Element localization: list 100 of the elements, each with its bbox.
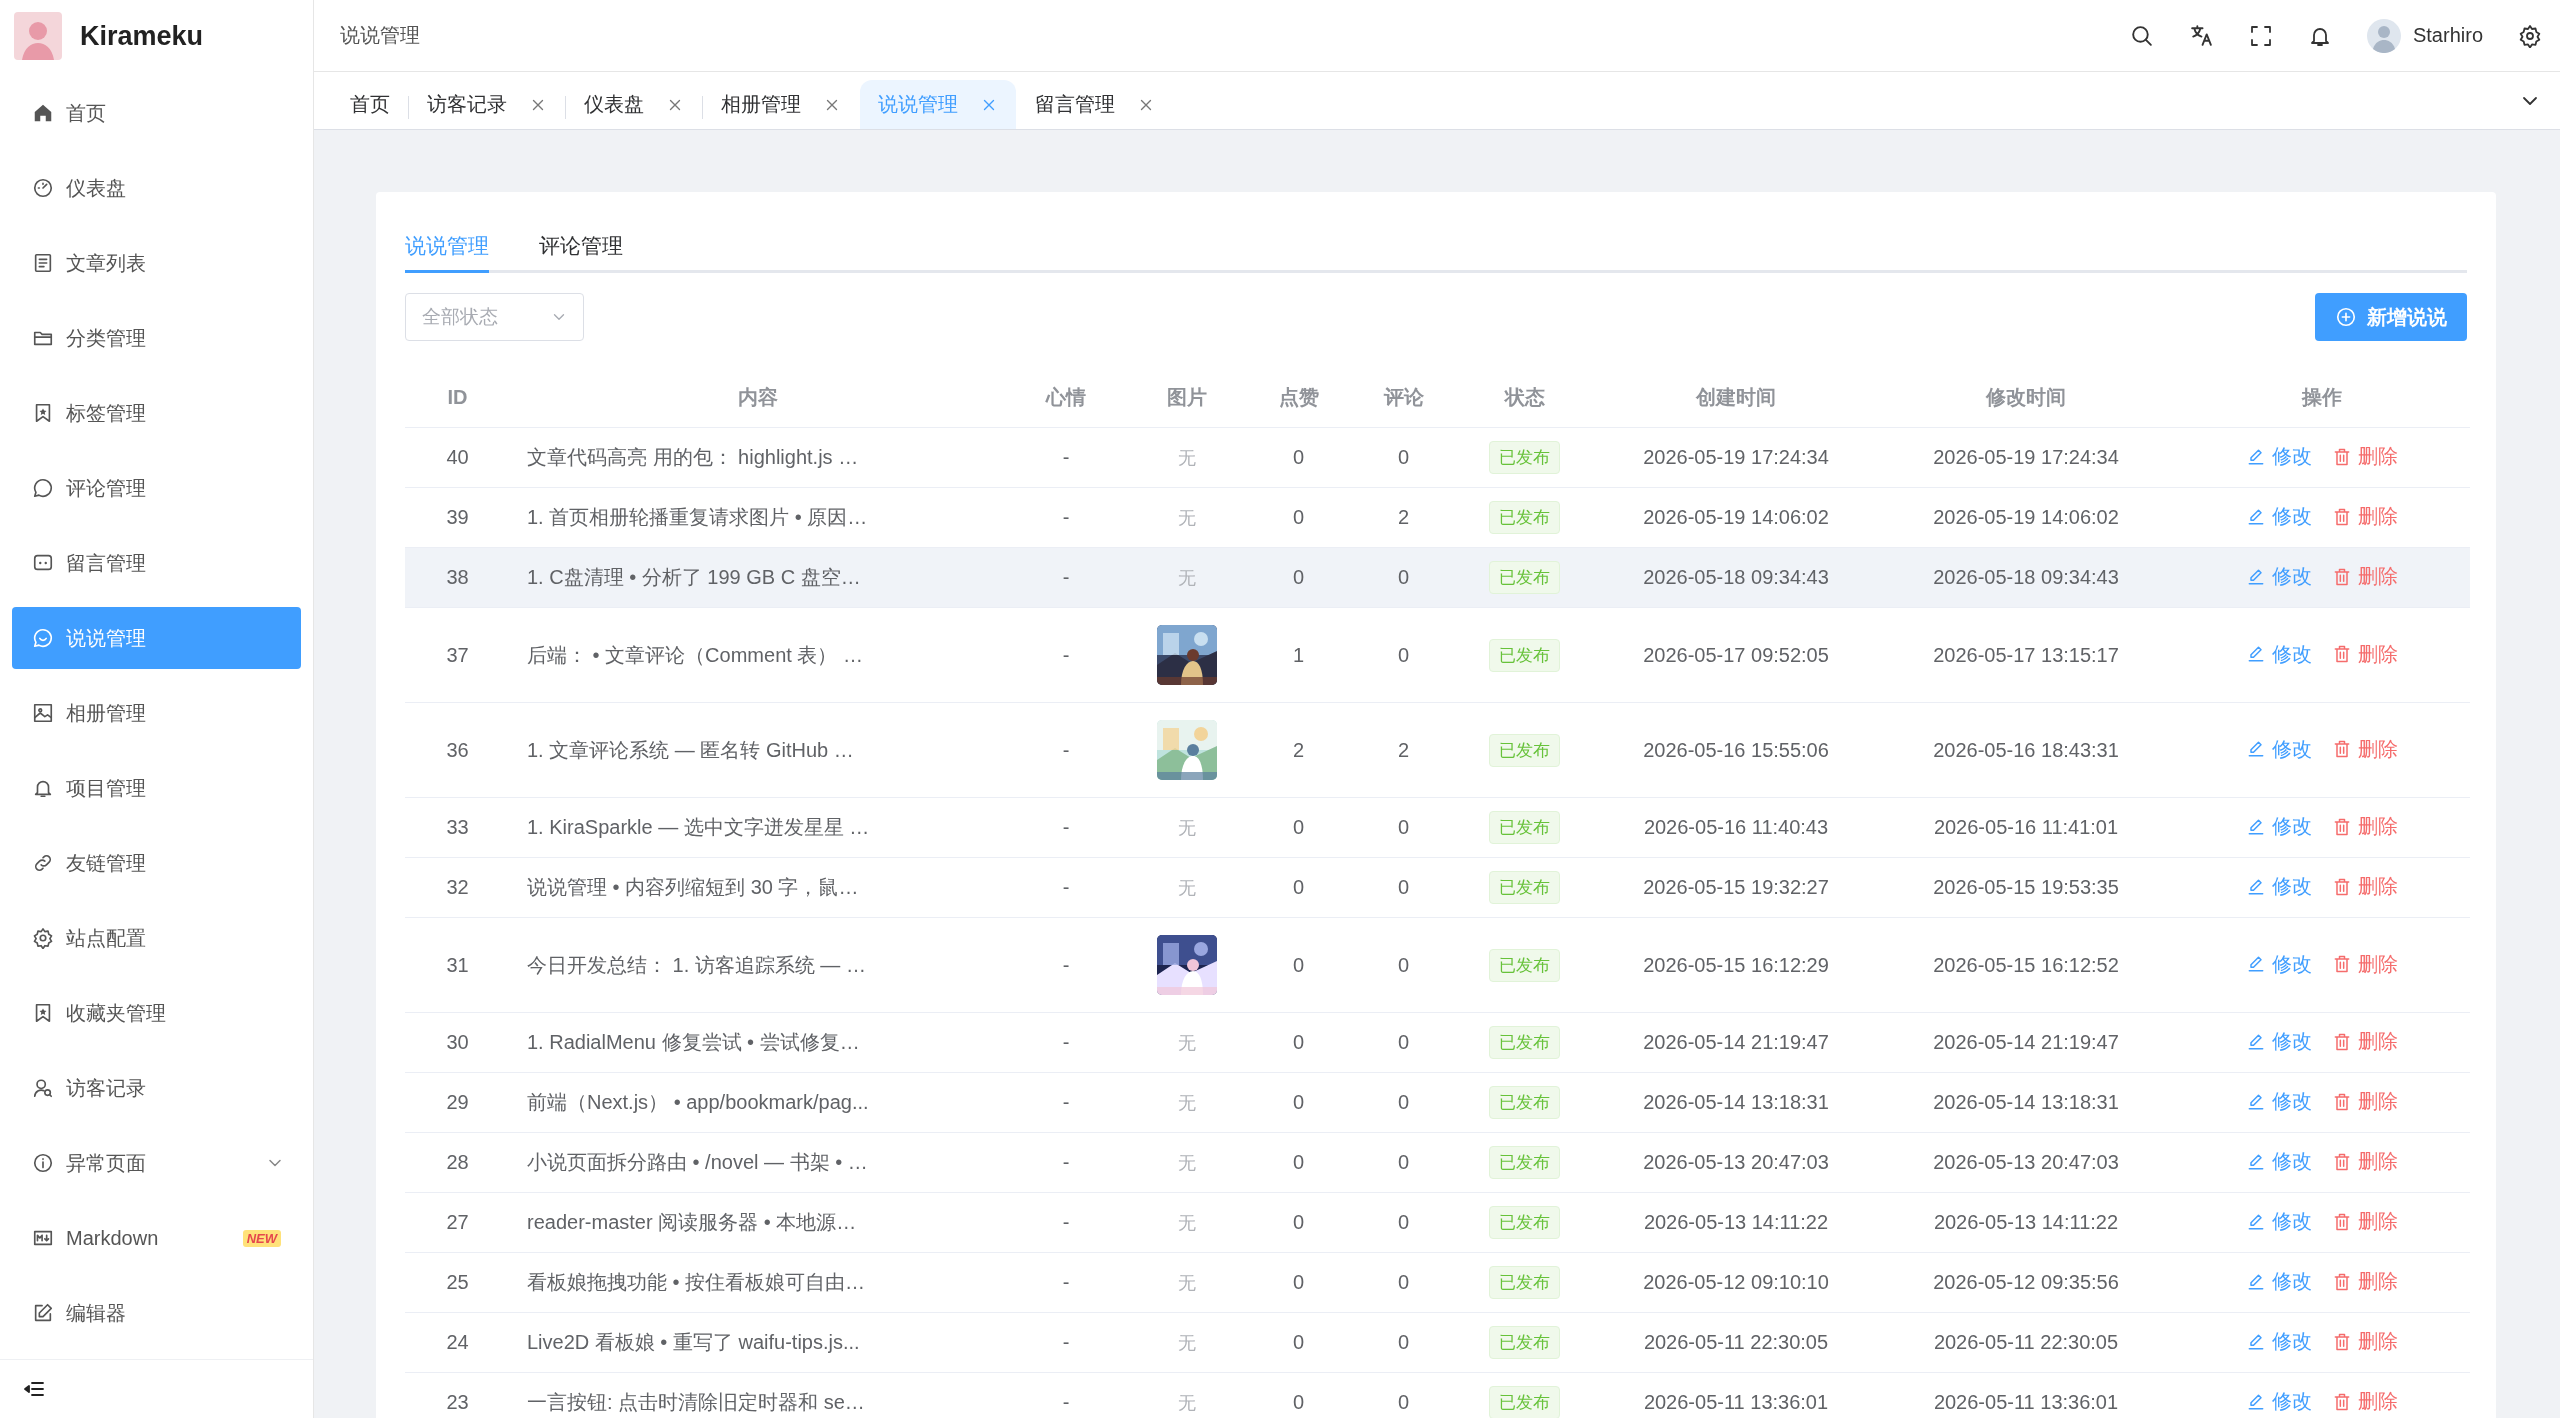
table-cell: - xyxy=(1062,876,1070,898)
sidebar-item[interactable]: 访客记录 xyxy=(12,1057,301,1119)
edit-link[interactable]: 修改 xyxy=(2245,735,2312,763)
table-cell: 1. RadialMenu 修复尝试 • 尝试修复… xyxy=(527,1031,860,1053)
translate-icon[interactable] xyxy=(2188,23,2214,48)
page-tab[interactable]: 访客记录 xyxy=(409,80,565,129)
fullscreen-icon[interactable] xyxy=(2248,23,2273,48)
sidebar-item[interactable]: 留言管理 xyxy=(12,532,301,594)
no-image-text: 无 xyxy=(1177,1212,1196,1233)
edit-link[interactable]: 修改 xyxy=(2245,873,2312,901)
sidebar-item[interactable]: 分类管理 xyxy=(12,307,301,369)
edit-link[interactable]: 修改 xyxy=(2245,1388,2312,1416)
sidebar-item[interactable]: Markdown NEW xyxy=(12,1207,301,1269)
sidebar-item[interactable]: 说说管理 xyxy=(12,607,301,669)
status-select[interactable]: 全部状态 xyxy=(405,293,584,341)
sidebar-item[interactable]: 项目管理 xyxy=(12,757,301,819)
sidebar-item[interactable]: 友链管理 xyxy=(12,832,301,894)
edit-link[interactable]: 修改 xyxy=(2245,1208,2312,1236)
table-cell: - xyxy=(1062,1391,1070,1413)
edit-link[interactable]: 修改 xyxy=(2245,1328,2312,1356)
delete-link[interactable]: 删除 xyxy=(2331,950,2398,978)
page-tab[interactable]: 首页 xyxy=(332,80,408,129)
sidebar-item[interactable]: 编辑器 xyxy=(12,1282,301,1344)
delete-link[interactable]: 删除 xyxy=(2331,1028,2398,1056)
table-cell: 0 xyxy=(1292,1331,1305,1353)
delete-link[interactable]: 删除 xyxy=(2331,1328,2398,1356)
table-cell: - xyxy=(1062,566,1070,588)
edit-link[interactable]: 修改 xyxy=(2245,563,2312,591)
sidebar-item[interactable]: 文章列表 xyxy=(12,232,301,294)
page-tab[interactable]: 留言管理 xyxy=(1017,80,1173,129)
table-cell: 0 xyxy=(1292,1151,1305,1173)
table-cell: 1. 首页相册轮播重复请求图片 • 原因… xyxy=(527,506,868,528)
sidebar-item[interactable]: 相册管理 xyxy=(12,682,301,744)
delete-link[interactable]: 删除 xyxy=(2331,1388,2398,1416)
table-cell: 0 xyxy=(1397,1211,1410,1233)
sidebar-item[interactable]: 首页 xyxy=(12,82,301,144)
table-cell: 0 xyxy=(1397,566,1410,588)
page-tab[interactable]: 说说管理 xyxy=(860,80,1016,129)
sidebar-item[interactable]: 站点配置 xyxy=(12,907,301,969)
add-button[interactable]: 新增说说 xyxy=(2315,293,2467,341)
table-cell: 0 xyxy=(1397,446,1410,468)
no-image-text: 无 xyxy=(1177,447,1196,468)
delete-link[interactable]: 删除 xyxy=(2331,640,2398,668)
no-image-text: 无 xyxy=(1177,1032,1196,1053)
delete-link[interactable]: 删除 xyxy=(2331,503,2398,531)
sidebar-item[interactable]: 评论管理 xyxy=(12,457,301,519)
table-cell: 2026-05-18 09:34:43 xyxy=(1643,566,1829,588)
table-cell: 0 xyxy=(1397,953,1410,976)
table-cell: 23 xyxy=(446,1391,469,1413)
user-name[interactable]: Starhiro xyxy=(2412,24,2483,47)
column-header: 点赞 xyxy=(1246,367,1351,428)
table-cell: 2026-05-11 13:36:01 xyxy=(1933,1391,2119,1413)
table-cell: - xyxy=(1062,643,1070,666)
section-tab[interactable]: 评论管理 xyxy=(539,232,623,273)
delete-link[interactable]: 删除 xyxy=(2331,873,2398,901)
status-tag: 已发布 xyxy=(1489,1026,1560,1059)
column-header: 操作 xyxy=(2173,367,2470,428)
table-cell: 2026-05-14 13:18:31 xyxy=(1643,1091,1829,1113)
delete-link[interactable]: 删除 xyxy=(2331,443,2398,471)
no-image-text: 无 xyxy=(1177,1152,1196,1173)
table-cell: 0 xyxy=(1292,816,1305,838)
no-image-text: 无 xyxy=(1177,817,1196,838)
delete-link[interactable]: 删除 xyxy=(2331,1268,2398,1296)
page-tab[interactable]: 仪表盘 xyxy=(566,80,702,129)
status-tag: 已发布 xyxy=(1489,501,1560,534)
section-tab[interactable]: 说说管理 xyxy=(405,232,489,273)
table-cell: 2 xyxy=(1292,738,1305,761)
delete-link[interactable]: 删除 xyxy=(2331,1148,2398,1176)
edit-link[interactable]: 修改 xyxy=(2245,1148,2312,1176)
edit-link[interactable]: 修改 xyxy=(2245,640,2312,668)
delete-link[interactable]: 删除 xyxy=(2331,1088,2398,1116)
edit-link[interactable]: 修改 xyxy=(2245,443,2312,471)
settings-icon[interactable] xyxy=(2518,23,2542,48)
table-cell: 2026-05-15 19:32:27 xyxy=(1643,876,1829,898)
table-cell: - xyxy=(1062,1091,1070,1113)
status-tag: 已发布 xyxy=(1489,561,1560,594)
delete-link[interactable]: 删除 xyxy=(2331,735,2398,763)
status-tag: 已发布 xyxy=(1489,871,1560,904)
edit-link[interactable]: 修改 xyxy=(2245,1268,2312,1296)
table-cell: 0 xyxy=(1397,643,1410,666)
table-cell: 2026-05-17 13:15:17 xyxy=(1933,643,2119,666)
delete-link[interactable]: 删除 xyxy=(2331,813,2398,841)
sidebar-item[interactable]: 标签管理 xyxy=(12,382,301,444)
edit-link[interactable]: 修改 xyxy=(2245,813,2312,841)
sidebar-item[interactable]: 仪表盘 xyxy=(12,157,301,219)
page-tab[interactable]: 相册管理 xyxy=(703,80,859,129)
edit-link[interactable]: 修改 xyxy=(2245,1028,2312,1056)
sidebar-item[interactable]: 异常页面 xyxy=(12,1132,301,1194)
table-cell: - xyxy=(1062,1331,1070,1353)
edit-link[interactable]: 修改 xyxy=(2245,503,2312,531)
home-icon xyxy=(32,102,54,124)
edit-link[interactable]: 修改 xyxy=(2245,950,2312,978)
table-cell: 2026-05-14 21:19:47 xyxy=(1933,1031,2119,1053)
sidebar-item[interactable]: 收藏夹管理 xyxy=(12,982,301,1044)
table-cell: 前端（Next.js） • app/bookmark/pag... xyxy=(527,1091,869,1113)
status-tag: 已发布 xyxy=(1489,1386,1560,1418)
delete-link[interactable]: 删除 xyxy=(2331,563,2398,591)
table-cell: 2026-05-15 16:12:29 xyxy=(1643,953,1829,976)
edit-link[interactable]: 修改 xyxy=(2245,1088,2312,1116)
delete-link[interactable]: 删除 xyxy=(2331,1208,2398,1236)
